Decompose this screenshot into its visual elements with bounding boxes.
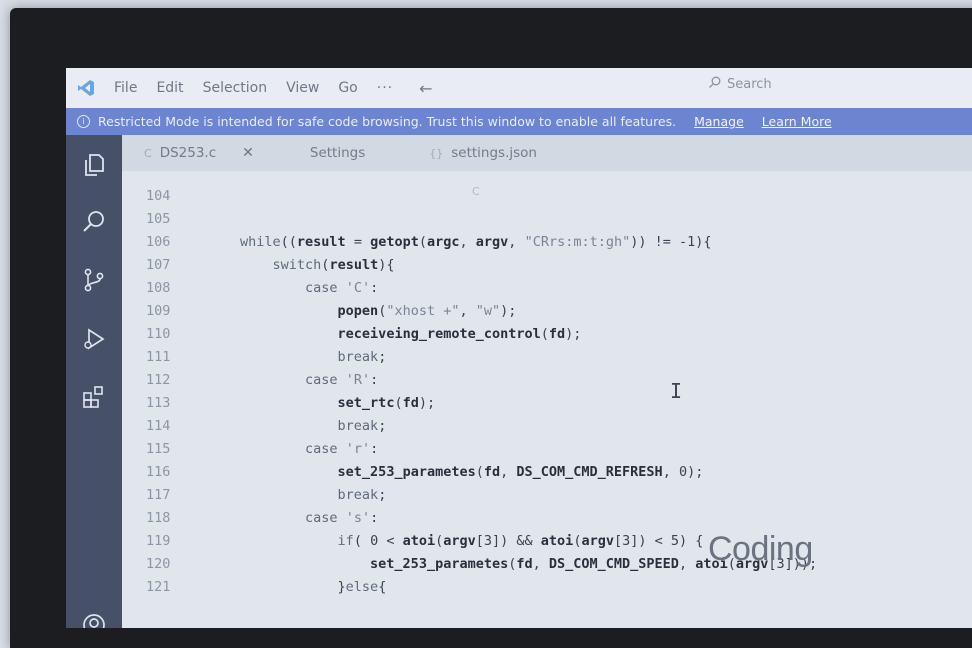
coding-watermark: Coding (708, 530, 813, 568)
tab-settings-json[interactable]: {} settings.json (429, 145, 537, 161)
code-line[interactable]: 118 case 's': (122, 507, 972, 530)
close-icon[interactable]: ✕ (242, 145, 254, 161)
code-text: while((result = getopt(argc, argv, "CRrs… (240, 234, 712, 250)
code-line[interactable]: 115 case 'r': (122, 438, 972, 461)
code-text: break; (337, 487, 387, 503)
tab-label: DS253.c (159, 145, 217, 161)
line-number: 119 (146, 533, 171, 549)
code-line[interactable]: 121 }else{ (122, 576, 972, 599)
restricted-mode-banner: i Restricted Mode is intended for safe c… (66, 108, 972, 135)
code-line[interactable]: 114 break; (122, 415, 972, 438)
search-icon (708, 76, 721, 93)
code-line[interactable]: 104 (122, 185, 972, 208)
c-file-icon: C (144, 146, 152, 160)
code-line[interactable]: 116 set_253_parametes(fd, DS_COM_CMD_REF… (122, 461, 972, 484)
code-text: }else{ (240, 579, 387, 595)
line-number: 117 (146, 487, 171, 503)
tab-settings[interactable]: Settings (310, 145, 365, 161)
learn-more-link[interactable]: Learn More (762, 114, 832, 129)
accounts-icon[interactable] (80, 611, 108, 628)
search-placeholder: Search (727, 77, 772, 92)
line-number: 118 (146, 510, 171, 526)
code-line[interactable]: 120 set_253_parametes(fd, DS_COM_CMD_SPE… (122, 553, 972, 576)
menu-file[interactable]: File (114, 80, 137, 96)
code-text: case 'R': (305, 372, 379, 388)
code-text: case 's': (305, 510, 379, 526)
vscode-logo-icon (76, 78, 96, 98)
tab-ds253-c[interactable]: C DS253.c ✕ (144, 145, 254, 161)
code-line[interactable]: 105 (122, 208, 972, 231)
extensions-icon[interactable] (80, 383, 108, 411)
menu-more-button[interactable]: ··· (377, 80, 393, 96)
line-number: 108 (146, 280, 171, 296)
code-text: case 'r': (305, 441, 379, 457)
line-number: 114 (146, 418, 171, 434)
code-line[interactable]: 112 case 'R': (122, 369, 972, 392)
editor-tabs: C DS253.c ✕ Settings {} settings.json (122, 135, 972, 171)
line-number: 109 (146, 303, 171, 319)
text-cursor-icon: I (670, 379, 683, 403)
vscode-window: File Edit Selection View Go ··· ← Search… (66, 68, 972, 628)
explorer-icon[interactable] (80, 151, 108, 179)
line-number: 115 (146, 441, 171, 457)
source-control-icon[interactable] (80, 266, 108, 294)
code-line[interactable]: 106 while((result = getopt(argc, argv, "C… (122, 231, 972, 254)
search-icon[interactable] (80, 208, 108, 236)
menu-view[interactable]: View (286, 80, 319, 96)
menu-selection[interactable]: Selection (203, 80, 268, 96)
code-line[interactable]: 111 break; (122, 346, 972, 369)
line-number: 112 (146, 372, 171, 388)
code-text: set_253_parametes(fd, DS_COM_CMD_REFRESH… (337, 464, 704, 480)
activity-bar (66, 135, 122, 628)
line-number: 104 (146, 188, 171, 204)
code-line[interactable]: 119 if( 0 < atoi(argv[3]) && atoi(argv[3… (122, 530, 972, 553)
code-text: case 'C': (305, 280, 379, 296)
line-number: 121 (146, 579, 171, 595)
json-file-icon: {} (429, 146, 444, 160)
code-line[interactable]: 108 case 'C': (122, 277, 972, 300)
line-number: 111 (146, 349, 171, 365)
run-debug-icon[interactable] (80, 325, 108, 353)
line-number: 106 (146, 234, 171, 250)
code-line[interactable]: 110 receiveing_remote_control(fd); (122, 323, 972, 346)
title-bar: File Edit Selection View Go ··· ← Search (66, 68, 972, 108)
line-number: 110 (146, 326, 171, 342)
line-number: 113 (146, 395, 171, 411)
line-number: 107 (146, 257, 171, 273)
code-text: if( 0 < atoi(argv[3]) && atoi(argv[3]) <… (337, 533, 704, 549)
code-text: break; (337, 418, 387, 434)
line-number: 105 (146, 211, 171, 227)
menu-go[interactable]: Go (338, 80, 357, 96)
code-line[interactable]: 109 popen("xhost +", "w"); (122, 300, 972, 323)
code-text: receiveing_remote_control(fd); (337, 326, 582, 342)
code-line[interactable]: 113 set_rtc(fd); (122, 392, 972, 415)
tab-label: settings.json (451, 145, 537, 161)
code-text: popen("xhost +", "w"); (337, 303, 517, 319)
code-line[interactable]: 117 break; (122, 484, 972, 507)
info-icon: i (77, 115, 90, 128)
line-number: 116 (146, 464, 171, 480)
tab-label: Settings (309, 145, 366, 161)
code-editor[interactable]: 104 105 106 while((result = getopt(argc, ar… (122, 171, 972, 628)
code-text: break; (337, 349, 387, 365)
code-line[interactable]: 107 switch(result){ (122, 254, 972, 277)
code-text: set_rtc(fd); (337, 395, 436, 411)
back-arrow-icon[interactable]: ← (419, 79, 432, 98)
code-text: switch(result){ (272, 257, 395, 273)
manage-link[interactable]: Manage (694, 114, 744, 129)
banner-message: Restricted Mode is intended for safe cod… (98, 114, 677, 129)
menu-edit[interactable]: Edit (156, 80, 183, 96)
command-center-search[interactable]: Search (708, 76, 772, 93)
line-number: 120 (146, 556, 171, 572)
breadcrumb[interactable]: C (472, 185, 480, 198)
